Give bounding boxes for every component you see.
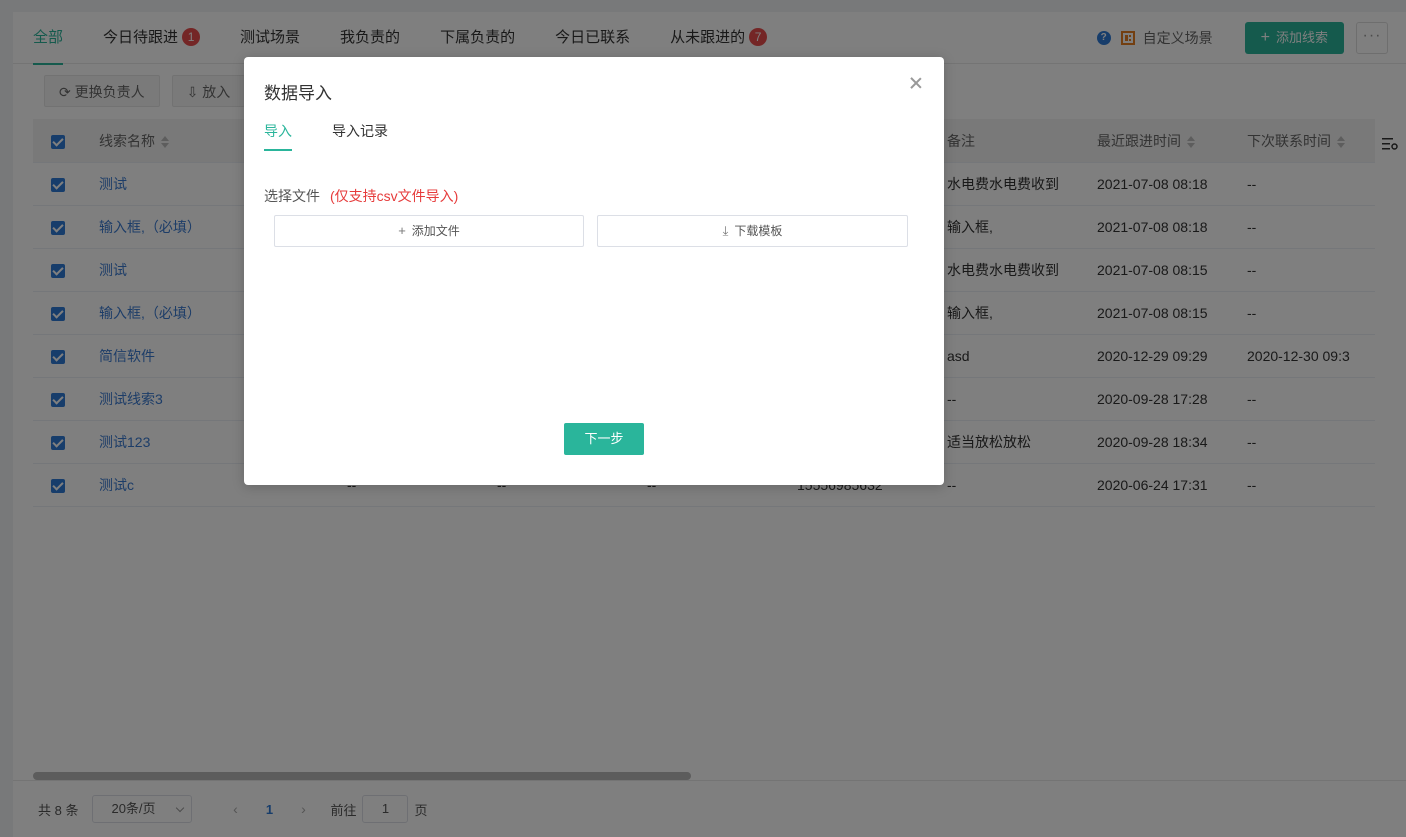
add-file-button[interactable]: + 添加文件 [274, 215, 584, 247]
download-template-button[interactable]: ⤓ 下载模板 [597, 215, 908, 247]
data-import-dialog: 数据导入 导入 导入记录 选择文件 (仅支持csv文件导入) + 添加文件 ⤓ 下载模… [244, 57, 944, 485]
tab-import[interactable]: 导入 [264, 121, 292, 151]
tab-import-records[interactable]: 导入记录 [332, 121, 388, 151]
select-file-label: 选择文件 (仅支持csv文件导入) [264, 186, 458, 206]
select-file-text: 选择文件 [264, 188, 320, 204]
download-template-label: 下载模板 [734, 224, 783, 238]
csv-hint: (仅支持csv文件导入) [330, 188, 459, 204]
add-file-label: 添加文件 [411, 224, 460, 238]
close-icon[interactable] [908, 75, 924, 91]
next-step-button[interactable]: 下一步 [564, 423, 644, 455]
dialog-tabs: 导入 导入记录 [264, 121, 428, 151]
plus-icon: + [398, 223, 406, 238]
dialog-title: 数据导入 [264, 84, 332, 103]
download-icon: ⤓ [722, 223, 729, 238]
